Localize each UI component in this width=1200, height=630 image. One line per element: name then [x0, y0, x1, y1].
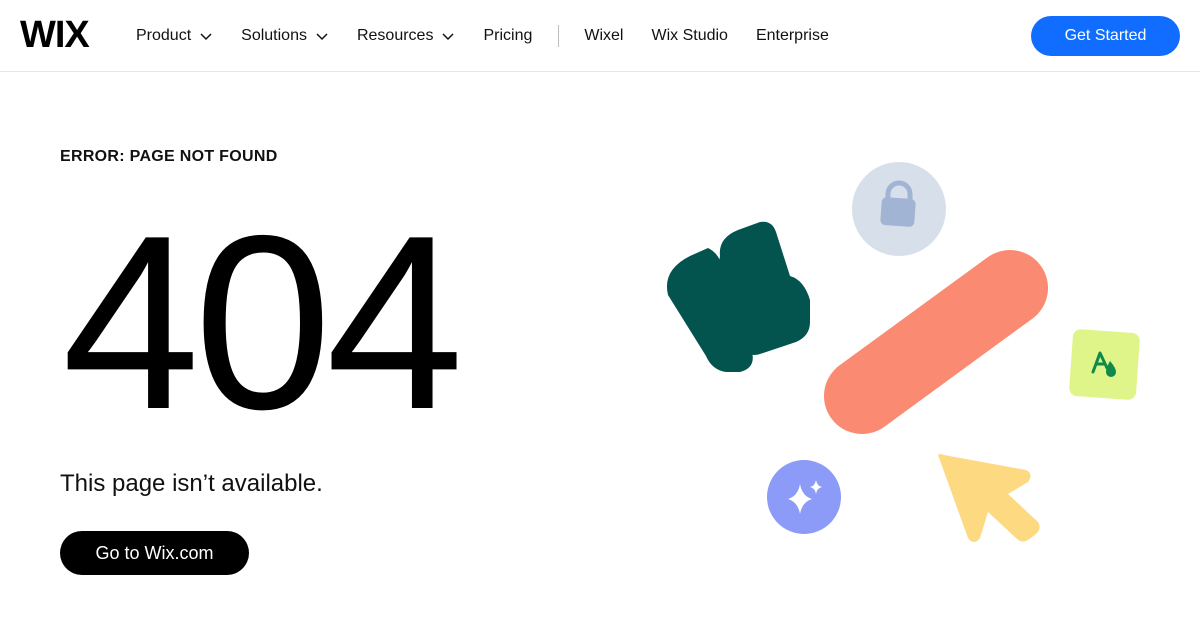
nav-item-label: Wix Studio: [651, 27, 728, 44]
error-label: ERROR: PAGE NOT FOUND: [60, 148, 278, 165]
chevron-down-icon: [316, 33, 328, 41]
nav-item-pricing[interactable]: Pricing: [483, 27, 532, 45]
nav-item-wix-studio[interactable]: Wix Studio: [651, 27, 727, 45]
error-message: This page isn’t available.: [60, 470, 323, 497]
cursor-arrow-icon: [938, 454, 1040, 542]
get-started-button[interactable]: Get Started: [1031, 16, 1180, 56]
chevron-down-icon: [442, 33, 454, 41]
nav-item-resources[interactable]: Resources: [357, 27, 455, 45]
nav-item-label: Resources: [356, 27, 434, 44]
go-to-wix-button[interactable]: Go to Wix.com: [60, 531, 249, 575]
lock-icon: [852, 162, 946, 256]
nav-item-label: Enterprise: [755, 27, 829, 44]
pill-bar-icon: [824, 250, 1048, 434]
font-color-icon: [1069, 329, 1140, 400]
nav-item-label: Wixel: [584, 27, 624, 44]
puzzle-shape-icon: [666, 221, 810, 372]
nav-item-label: Product: [136, 27, 192, 44]
wix-logo[interactable]: WIX: [20, 16, 96, 54]
error-code: 404: [62, 183, 464, 461]
error-illustration: [666, 162, 1140, 542]
nav-divider: [558, 25, 560, 47]
nav-item-solutions[interactable]: Solutions: [241, 27, 329, 45]
sparkle-icon: [767, 460, 841, 534]
chevron-down-icon: [200, 33, 212, 41]
nav-item-enterprise[interactable]: Enterprise: [756, 27, 829, 45]
nav-item-label: Pricing: [483, 27, 533, 44]
nav-item-product[interactable]: Product: [136, 27, 213, 45]
main-nav: Product Solutions Resources Pricing Wixe…: [136, 0, 857, 72]
top-header: WIX Product Solutions Resources Pricing …: [0, 0, 1200, 72]
nav-item-label: Solutions: [241, 27, 307, 44]
nav-item-wixel[interactable]: Wixel: [584, 27, 623, 45]
